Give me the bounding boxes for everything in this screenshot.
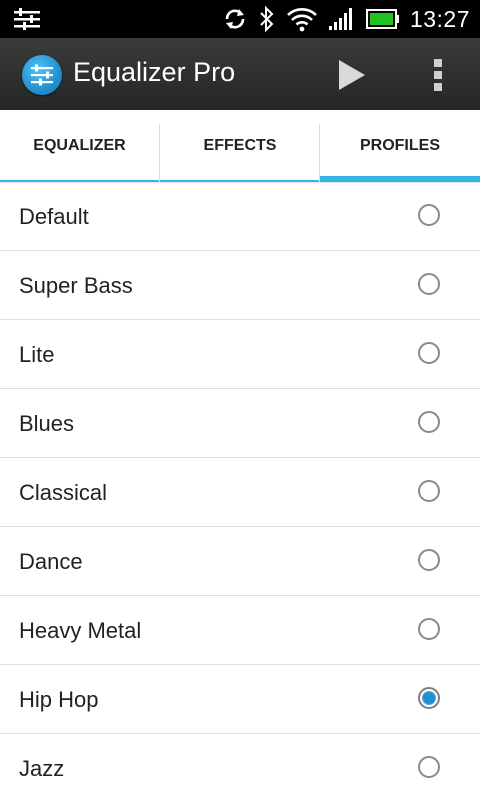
profile-label: Heavy Metal — [19, 618, 142, 643]
overflow-menu-button[interactable] — [420, 54, 456, 96]
wifi-icon — [287, 8, 317, 32]
tab-equalizer-label: EQUALIZER — [33, 137, 126, 154]
profile-item-dance[interactable]: Dance — [0, 527, 480, 596]
profile-item-blues[interactable]: Blues — [0, 389, 480, 458]
tab-profiles[interactable]: PROFILES — [320, 110, 480, 182]
profile-label: Lite — [19, 342, 55, 367]
profile-radio[interactable] — [418, 756, 440, 778]
profile-item-heavy-metal[interactable]: Heavy Metal — [0, 596, 480, 665]
profile-label: Dance — [19, 549, 83, 574]
profile-label: Jazz — [19, 756, 65, 781]
profile-label: Blues — [19, 411, 75, 436]
profile-radio[interactable] — [418, 549, 440, 571]
profile-item-lite[interactable]: Lite — [0, 320, 480, 389]
tab-bar: EQUALIZER EFFECTS PROFILES — [0, 110, 480, 182]
play-button[interactable] — [330, 53, 374, 97]
profile-item-default[interactable]: Default — [0, 182, 480, 251]
profile-radio[interactable] — [418, 342, 440, 364]
profile-radio[interactable] — [418, 273, 440, 295]
action-bar: Equalizer Pro — [0, 38, 480, 110]
profile-item-hip-hop[interactable]: Hip Hop — [0, 665, 480, 734]
profile-radio[interactable] — [418, 480, 440, 502]
profile-radio[interactable] — [418, 411, 440, 433]
tab-effects[interactable]: EFFECTS — [160, 110, 320, 182]
tab-profiles-label: PROFILES — [359, 137, 440, 154]
profile-label: Hip Hop — [19, 687, 99, 712]
profile-label: Classical — [19, 480, 108, 505]
battery-icon — [365, 9, 399, 29]
profile-item-super-bass[interactable]: Super Bass — [0, 251, 480, 320]
app-title: Equalizer Pro — [73, 57, 236, 87]
equalizer-app-icon — [22, 55, 62, 95]
profile-label: Default — [19, 204, 89, 229]
profile-label: Super Bass — [19, 273, 133, 298]
status-bar: 13:27 — [0, 0, 480, 38]
play-icon — [339, 60, 365, 90]
equalizer-notification-icon — [14, 8, 40, 30]
tab-effects-label: EFFECTS — [203, 137, 277, 154]
profile-radio-selected[interactable] — [418, 687, 440, 709]
profile-radio[interactable] — [418, 204, 440, 226]
profile-item-jazz[interactable]: Jazz — [0, 734, 480, 803]
profiles-list: Default Super Bass Lite Blues Classical … — [0, 182, 480, 803]
tab-equalizer[interactable]: EQUALIZER — [0, 110, 159, 182]
overflow-menu-icon — [434, 59, 442, 91]
signal-icon — [328, 8, 352, 30]
sync-icon — [225, 9, 245, 29]
profile-radio[interactable] — [418, 618, 440, 640]
bluetooth-icon — [260, 5, 274, 33]
clock-time: 13:27 — [409, 5, 470, 32]
profile-item-classical[interactable]: Classical — [0, 458, 480, 527]
